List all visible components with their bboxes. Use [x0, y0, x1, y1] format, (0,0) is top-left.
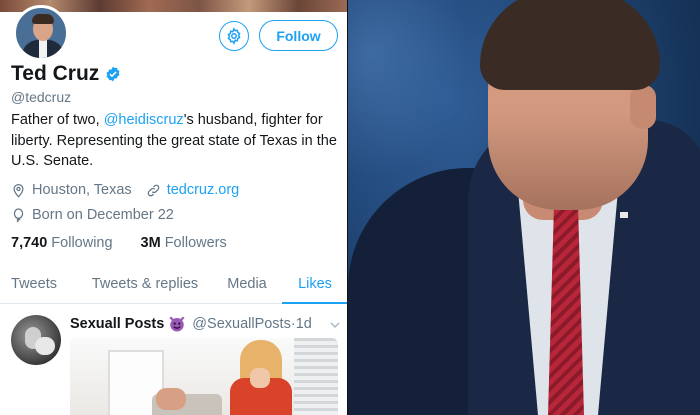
following-count: 7,740 [11, 235, 48, 251]
tweet-author-avatar[interactable] [11, 315, 61, 365]
gear-icon [227, 27, 241, 45]
profile-meta-birthday-row: Born on December 22 [11, 207, 174, 223]
follow-button[interactable]: Follow [259, 20, 338, 51]
profile-name: Ted Cruz [11, 62, 100, 85]
tweet-timestamp[interactable]: 1d [296, 316, 312, 332]
tab-likes[interactable]: Likes [282, 266, 348, 304]
tab-tweets-replies[interactable]: Tweets & replies [78, 266, 212, 304]
tweet-author-name[interactable]: Sexuall Posts [70, 316, 164, 332]
link-icon [147, 184, 159, 196]
tab-tweets[interactable]: Tweets [0, 266, 68, 304]
profile-website-link[interactable]: tedcruz.org [167, 182, 240, 198]
profile-counts: 7,740 Following 3M Followers [11, 235, 227, 251]
profile-handle: @tedcruz [11, 89, 72, 105]
profile-birthday: Born on December 22 [32, 207, 174, 223]
followers-label: Followers [164, 235, 227, 251]
profile-bio: Father of two, @heidiscruz's husband, fi… [11, 110, 341, 172]
verified-badge-icon [106, 66, 120, 82]
news-photo [348, 0, 700, 415]
chevron-down-icon[interactable] [329, 319, 341, 331]
tweet-author-handle[interactable]: @SexuallPosts [192, 316, 291, 332]
following-stat[interactable]: 7,740 Following [11, 235, 113, 251]
bio-text-start: Father of two, [11, 112, 104, 128]
bio-mention-link[interactable]: @heidiscruz [104, 112, 184, 128]
tweet-media-image[interactable] [70, 338, 338, 415]
followers-count: 3M [140, 235, 161, 251]
profile-avatar[interactable] [13, 5, 69, 61]
settings-button[interactable] [219, 21, 249, 51]
followers-stat[interactable]: 3M Followers [141, 235, 227, 251]
tweet-header: Sexuall Posts @SexuallPosts · 1d [70, 315, 312, 333]
balloon-icon [13, 207, 24, 222]
profile-tabs: Tweets Tweets & replies Media Likes [0, 266, 348, 304]
devil-emoji-icon [169, 316, 185, 332]
following-label: Following [51, 235, 113, 251]
profile-location: Houston, Texas [32, 182, 132, 198]
liked-tweet[interactable]: Sexuall Posts @SexuallPosts · 1d [0, 305, 348, 415]
profile-name-row: Ted Cruz [11, 62, 121, 86]
profile-meta-location-row: Houston, Texas tedcruz.org [11, 182, 239, 198]
tab-media[interactable]: Media [218, 266, 276, 304]
twitter-profile-panel: Follow Ted Cruz @tedcruz Father of two, … [0, 0, 348, 415]
location-pin-icon [13, 183, 24, 198]
